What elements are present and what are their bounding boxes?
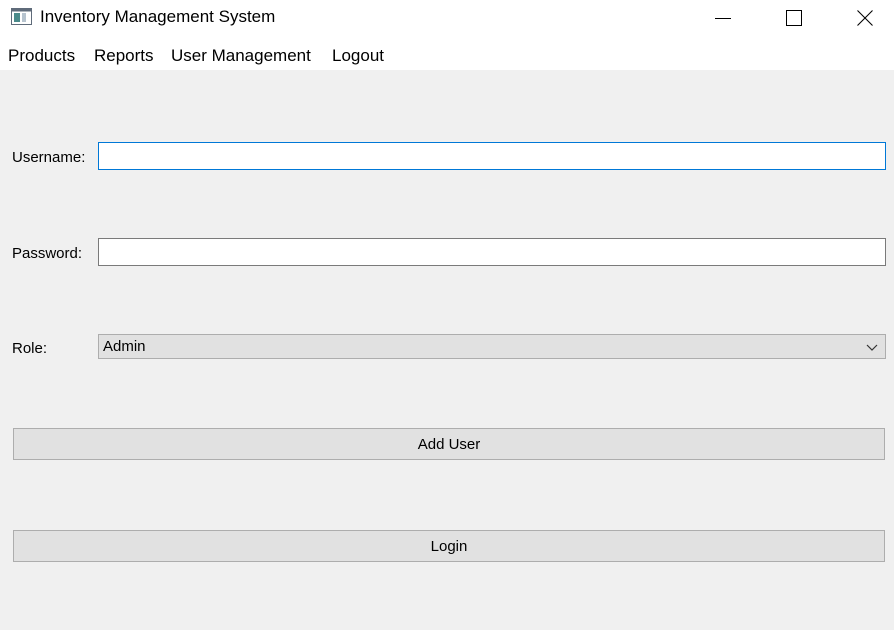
close-button[interactable] bbox=[830, 0, 894, 36]
role-select[interactable]: Admin bbox=[98, 334, 886, 359]
add-user-button[interactable]: Add User bbox=[13, 428, 885, 460]
login-button[interactable]: Login bbox=[13, 530, 885, 562]
maximize-icon bbox=[786, 10, 802, 26]
user-management-form: Username: Password: Role: Admin Add User… bbox=[0, 70, 894, 630]
username-field[interactable] bbox=[98, 142, 886, 170]
window-title: Inventory Management System bbox=[40, 7, 276, 26]
app-window-icon bbox=[11, 8, 32, 25]
password-field[interactable] bbox=[98, 238, 886, 266]
menu-bar: Products Reports User Management Logout bbox=[0, 40, 894, 70]
password-label: Password: bbox=[12, 245, 83, 262]
minimize-button[interactable] bbox=[688, 0, 758, 36]
chevron-down-icon bbox=[866, 344, 878, 351]
role-selected-value: Admin bbox=[103, 338, 146, 355]
minimize-icon bbox=[715, 18, 731, 19]
username-label: Username: bbox=[12, 149, 86, 166]
role-label: Role: bbox=[12, 340, 48, 357]
maximize-button[interactable] bbox=[759, 0, 829, 36]
menu-item-reports[interactable]: Reports bbox=[93, 45, 155, 67]
menu-item-products[interactable]: Products bbox=[7, 45, 76, 67]
close-icon bbox=[857, 10, 873, 26]
menu-item-user-management[interactable]: User Management bbox=[170, 45, 312, 67]
menu-item-logout[interactable]: Logout bbox=[331, 45, 385, 67]
title-bar: Inventory Management System bbox=[0, 0, 894, 36]
